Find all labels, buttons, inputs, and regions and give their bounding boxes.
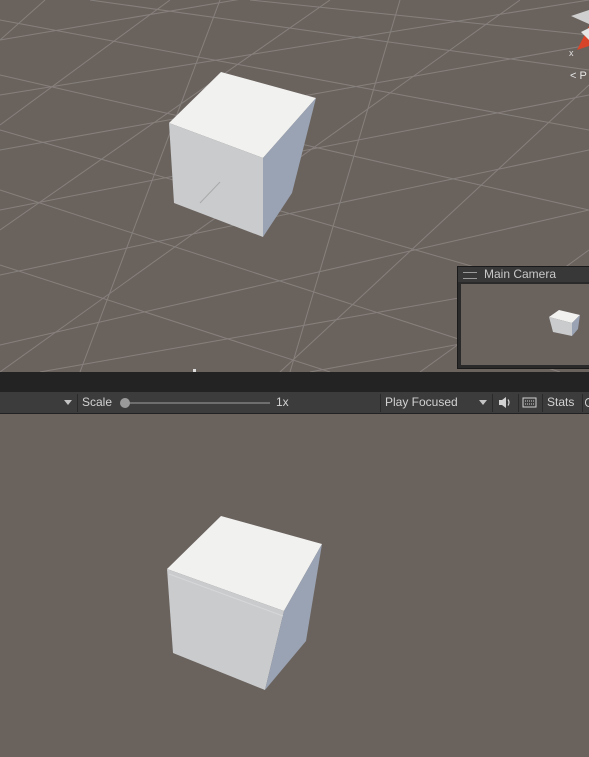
play-mode-dropdown[interactable]: Play Focused xyxy=(381,392,492,413)
panel-divider[interactable] xyxy=(0,372,589,392)
camera-preview-viewport xyxy=(461,284,589,365)
camera-preview: Main Camera xyxy=(457,266,589,369)
play-mode-label: Play Focused xyxy=(385,395,458,409)
gizmos-button[interactable] xyxy=(584,392,589,413)
gizmo-axis-x-label: x xyxy=(569,48,574,58)
camera-preview-title: Main Camera xyxy=(484,267,557,281)
preview-cube xyxy=(549,310,580,336)
game-cube xyxy=(167,516,322,690)
game-view-toolbar: Scale 1x Play Focused Stats xyxy=(0,392,589,414)
scale-label: Scale xyxy=(82,395,113,409)
toolbar-divider xyxy=(77,394,78,412)
scale-slider-thumb[interactable] xyxy=(120,398,130,408)
chevron-down-icon xyxy=(64,400,72,405)
scale-slider-track[interactable] xyxy=(123,402,270,404)
toolbar-divider xyxy=(542,394,543,412)
gizmos-button-edge xyxy=(585,398,589,407)
drag-handle-icon[interactable] xyxy=(463,272,477,279)
perspective-label[interactable]: < P xyxy=(570,70,587,82)
speaker-icon xyxy=(499,397,510,408)
game-view[interactable] xyxy=(0,414,589,757)
display-dropdown[interactable] xyxy=(0,392,76,413)
scale-value: 1x xyxy=(276,395,289,409)
chevron-down-icon xyxy=(479,400,487,405)
mute-audio-button[interactable] xyxy=(493,392,517,413)
keyboard-icon xyxy=(522,397,537,408)
stats-button[interactable]: Stats xyxy=(547,392,574,413)
shortcuts-button[interactable] xyxy=(519,392,541,413)
scene-view[interactable]: x < P Main Camera xyxy=(0,0,589,372)
camera-preview-header[interactable]: Main Camera xyxy=(458,267,589,282)
toolbar-divider xyxy=(582,394,583,412)
